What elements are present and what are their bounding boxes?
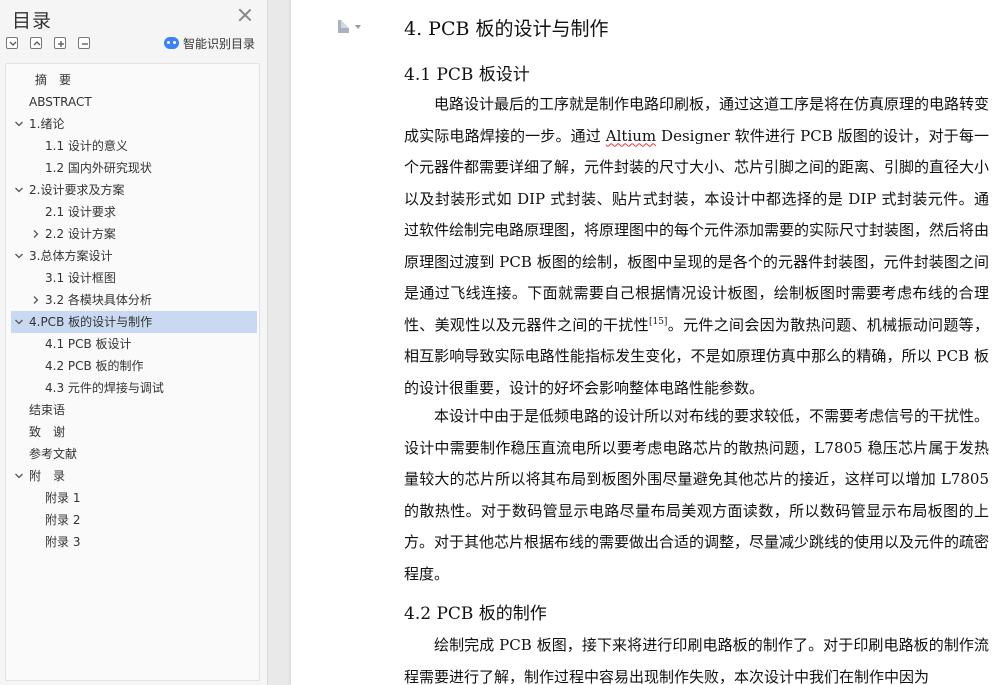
- chevron-down-icon[interactable]: [15, 120, 23, 128]
- toc-item-thanks[interactable]: 致 谢: [11, 421, 257, 443]
- chevron-down-icon[interactable]: [15, 186, 23, 194]
- toc-item-label: 附录 3: [45, 535, 81, 549]
- paragraph-2: 本设计中由于是低频电路的设计所以对布线的要求较低，不需要考虑信号的干扰性。设计中…: [404, 401, 989, 590]
- toc-item-label: 致 谢: [29, 425, 66, 439]
- toc-item-conclusion[interactable]: 结束语: [11, 399, 257, 421]
- toc-item-label: ABSTRACT: [29, 95, 92, 109]
- heading-4-2: 4.2 PCB 板的制作: [404, 604, 547, 624]
- toc-item-label: 4.1 PCB 板设计: [45, 337, 132, 351]
- chevron-down-icon[interactable]: [15, 318, 23, 326]
- robot-icon: [164, 37, 179, 49]
- toc-panel: 目录 智能识别目录 摘 要 ABSTRACT 1.绪论 1.1 设计的意义 1.…: [0, 0, 268, 685]
- remove-heading-icon[interactable]: [78, 37, 90, 49]
- toc-item-label: 3.2 各模块具体分析: [45, 293, 152, 307]
- toc-item-ch1[interactable]: 1.绪论: [11, 113, 257, 135]
- toc-item-1-1[interactable]: 1.1 设计的意义: [11, 135, 257, 157]
- toc-item-label: 4.3 元件的焊接与调试: [45, 381, 164, 395]
- toc-item-1-2[interactable]: 1.2 国内外研究现状: [11, 157, 257, 179]
- toc-item-label: 2.设计要求及方案: [29, 183, 125, 197]
- toc-item-label: 4.PCB 板的设计与制作: [29, 315, 153, 329]
- toc-item-label: 结束语: [29, 403, 66, 417]
- toc-item-references[interactable]: 参考文献: [11, 443, 257, 465]
- smart-toc-label: 智能识别目录: [183, 36, 256, 51]
- toc-item-label: 2.2 设计方案: [45, 227, 116, 241]
- toc-item-3-1[interactable]: 3.1 设计框图: [11, 267, 257, 289]
- toc-item-appendix-2[interactable]: 附录 2: [11, 509, 257, 531]
- paragraph-3: 绘制完成 PCB 板图，接下来将进行印刷电路板的制作了。对于印刷电路板的制作流程…: [404, 630, 989, 685]
- toc-item-label: 摘 要: [35, 73, 72, 87]
- toc-item-appendix[interactable]: 附 录: [11, 465, 257, 487]
- toc-item-ch2[interactable]: 2.设计要求及方案: [11, 179, 257, 201]
- toc-item-label: 3.1 设计框图: [45, 271, 116, 285]
- expand-all-icon[interactable]: [30, 37, 42, 49]
- close-icon[interactable]: [238, 8, 252, 22]
- toc-item-4-3[interactable]: 4.3 元件的焊接与调试: [11, 377, 257, 399]
- toc-item-label: 4.2 PCB 板的制作: [45, 359, 144, 373]
- toc-item-4-2[interactable]: 4.2 PCB 板的制作: [11, 355, 257, 377]
- paragraph-1-text-b: Designer 软件进行 PCB 版图的设计，对于每一个元器件都需要详细了解，…: [404, 126, 990, 334]
- toc-item-label: 1.2 国内外研究现状: [45, 161, 152, 175]
- toc-item-4-1[interactable]: 4.1 PCB 板设计: [11, 333, 257, 355]
- chevron-right-icon[interactable]: [32, 230, 40, 238]
- toc-item-label: 参考文献: [29, 447, 78, 461]
- smart-toc-button[interactable]: 智能识别目录: [164, 35, 255, 51]
- page-menu-icon[interactable]: [338, 20, 364, 34]
- heading-4-1: 4.1 PCB 板设计: [404, 65, 530, 85]
- paragraph-2-text: 本设计中由于是低频电路的设计所以对布线的要求较低，不需要考虑信号的干扰性。设计中…: [404, 407, 990, 583]
- spellcheck-word[interactable]: Altium: [606, 127, 656, 145]
- toc-item-label: 3.总体方案设计: [29, 249, 113, 263]
- toc-item-abstract-cn[interactable]: 摘 要: [11, 69, 257, 91]
- heading-chapter-4: 4. PCB 板的设计与制作: [404, 18, 609, 40]
- toc-item-ch4[interactable]: 4.PCB 板的设计与制作: [11, 311, 257, 333]
- toc-item-label: 附录 1: [45, 491, 81, 505]
- toc-item-2-1[interactable]: 2.1 设计要求: [11, 201, 257, 223]
- toc-item-label: 附 录: [29, 469, 66, 483]
- toc-item-abstract-en[interactable]: ABSTRACT: [11, 91, 257, 113]
- toc-item-label: 2.1 设计要求: [45, 205, 116, 219]
- toc-item-ch3[interactable]: 3.总体方案设计: [11, 245, 257, 267]
- toc-title: 目录: [12, 10, 53, 32]
- toc-list: 摘 要 ABSTRACT 1.绪论 1.1 设计的意义 1.2 国内外研究现状 …: [5, 63, 260, 681]
- toc-item-appendix-3[interactable]: 附录 3: [11, 531, 257, 553]
- paragraph-1: 电路设计最后的工序就是制作电路印刷板，通过这道工序是将在仿真原理的电路转变成实际…: [404, 89, 989, 404]
- toc-toolbar: 智能识别目录: [6, 37, 262, 53]
- chevron-down-icon[interactable]: [15, 252, 23, 260]
- paragraph-3-text: 绘制完成 PCB 板图，接下来将进行印刷电路板的制作了。对于印刷电路板的制作流程…: [404, 636, 989, 685]
- toc-item-label: 1.绪论: [29, 117, 65, 131]
- toc-item-appendix-1[interactable]: 附录 1: [11, 487, 257, 509]
- document-page[interactable]: 4. PCB 板的设计与制作 4.1 PCB 板设计 电路设计最后的工序就是制作…: [291, 0, 1004, 685]
- chevron-down-icon[interactable]: [15, 472, 23, 480]
- collapse-all-icon[interactable]: [6, 37, 18, 49]
- chevron-right-icon[interactable]: [32, 296, 40, 304]
- toc-item-2-2[interactable]: 2.2 设计方案: [11, 223, 257, 245]
- toc-item-label: 1.1 设计的意义: [45, 139, 128, 153]
- toc-item-3-2[interactable]: 3.2 各模块具体分析: [11, 289, 257, 311]
- caret-down-icon: [355, 25, 361, 29]
- citation-ref[interactable]: [15]: [649, 317, 667, 327]
- add-heading-icon[interactable]: [54, 37, 66, 49]
- toc-item-label: 附录 2: [45, 513, 81, 527]
